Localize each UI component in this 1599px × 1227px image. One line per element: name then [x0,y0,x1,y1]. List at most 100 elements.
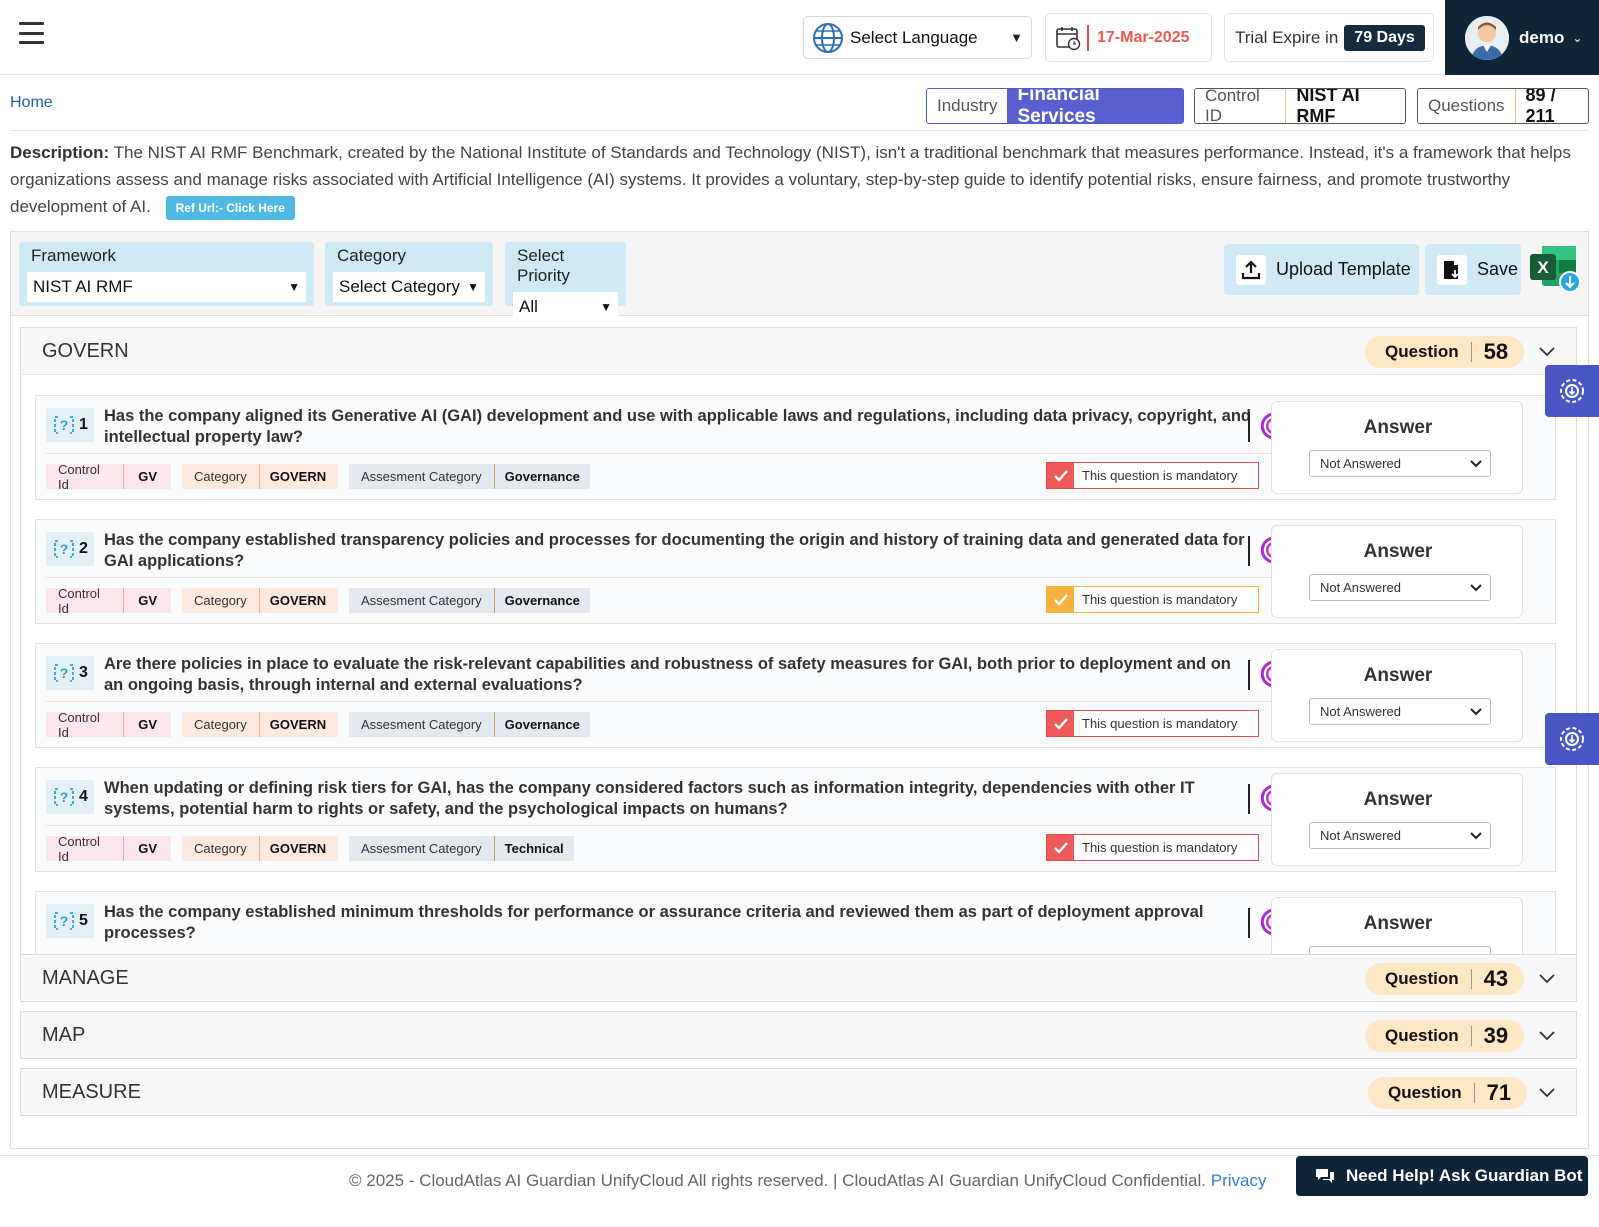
tag-label: Category [194,469,247,484]
answer-label: Answer [1363,789,1433,810]
tag-value: Technical [493,836,574,861]
mandatory-text: This question is mandatory [1082,592,1238,607]
gear-icon[interactable] [1545,713,1599,765]
tag-label: Assesment Category [361,593,482,608]
mandatory-badge: This question is mandatory [1046,462,1259,489]
answer-label: Answer [1363,913,1433,934]
chevron-down-icon [1470,831,1482,839]
ref-url-button[interactable]: Ref Url:- Click Here [165,195,295,220]
divider [1248,908,1250,938]
hamburger-icon[interactable] [19,22,44,44]
divider [1470,1026,1472,1046]
question-text: Are there policies in place to evaluate … [104,655,1231,694]
help-bot-label: Need Help! Ask Guardian Bot [1346,1166,1583,1185]
tag-value: GOVERN [258,712,336,737]
question-text: When updating or defining risk tiers for… [104,779,1195,818]
answer-select[interactable]: Not Answered [1309,822,1491,849]
tag-value: Governance [493,712,590,737]
question-card: ? 3 Are there policies in place to evalu… [35,643,1556,748]
answer-box: Answer Not Answered [1271,525,1523,618]
control-id-tag: Control Id GV [46,709,171,740]
question-count-badge: Question 58 [1365,336,1525,368]
question-count: 71 [1486,1080,1512,1105]
framework-filter: Framework NIST AI RMF ▼ [19,242,314,306]
tag-label: Category [194,593,247,608]
question-number: 3 [79,664,88,681]
tag-label: Control Id [58,709,100,740]
chevron-down-icon: ▼ [1010,30,1023,45]
chevron-down-icon[interactable] [1538,1083,1556,1101]
breadcrumb-home[interactable]: Home [10,94,53,112]
check-icon [1047,587,1074,612]
save-icon [1437,254,1467,285]
filter-panel: Framework NIST AI RMF ▼ Category Select … [10,231,1589,322]
answer-select[interactable]: Not Answered [1309,574,1491,601]
answer-select[interactable]: Not Answered [1309,450,1491,477]
divider [46,453,1291,454]
tag-label: Control Id [58,461,100,492]
category-select[interactable]: Select Category ▼ [333,272,485,302]
answer-value: Not Answered [1320,580,1401,595]
chevron-down-icon: ▼ [467,280,479,294]
section-header-measure[interactable]: MEASURE Question 71 [21,1069,1576,1116]
framework-label: Framework [31,246,117,265]
excel-download-icon[interactable]: X [1528,242,1582,294]
answer-box: Answer Not Answered [1271,773,1523,866]
save-button[interactable]: Save [1425,244,1521,295]
mandatory-badge: This question is mandatory [1046,834,1259,861]
question-card: ? 1 Has the company aligned its Generati… [35,395,1556,500]
question-count: 39 [1483,1023,1509,1048]
category-tag: Category GOVERN [182,712,338,737]
chevron-down-icon [1470,459,1482,467]
tag-label: Assesment Category [361,841,482,856]
language-select[interactable]: Select Language ▼ [803,16,1032,59]
chevron-down-icon: ▼ [600,300,612,314]
assessment-category-tag: Assesment Category Technical [349,836,574,861]
chevron-down-icon[interactable] [1538,1026,1556,1044]
divider [1248,660,1250,690]
gear-icon[interactable] [1545,365,1599,417]
answer-label: Answer [1363,665,1433,686]
save-label: Save [1477,259,1519,279]
username: demo [1519,27,1565,47]
divider [1087,24,1089,51]
question-number: 5 [79,912,88,929]
privacy-link[interactable]: Privacy [1211,1171,1267,1190]
avatar [1465,15,1509,60]
svg-text:?: ? [60,789,69,805]
tag-label: Control Id [58,833,100,864]
control-id-tag: Control Id GV [46,585,171,616]
divider [10,130,1589,131]
tag-value: GV [123,464,171,489]
framework-select[interactable]: NIST AI RMF ▼ [27,272,306,302]
section-header-manage[interactable]: MANAGE Question 43 [21,955,1576,1002]
question-label: Question [1385,969,1459,988]
help-bot-button[interactable]: Need Help! Ask Guardian Bot [1296,1156,1588,1196]
section-title: MAP [42,1024,86,1046]
user-menu[interactable]: demo ⌄ [1445,0,1599,75]
answer-value: Not Answered [1320,456,1401,471]
svg-text:?: ? [60,541,69,557]
control-id-tag: Control Id GV [46,833,171,864]
section-header-map[interactable]: MAP Question 39 [21,1012,1576,1059]
chevron-down-icon[interactable] [1538,969,1556,987]
category-label: Category [337,246,406,265]
tag-label: Assesment Category [361,717,482,732]
tag-label: Control Id [58,585,100,616]
current-date: 17-Mar-2025 [1097,28,1190,46]
tag-value: GV [123,712,171,737]
tag-value: GV [123,836,171,861]
chevron-down-icon[interactable] [1538,342,1556,360]
upload-template-button[interactable]: Upload Template [1224,244,1419,295]
question-count-badge: Question 71 [1368,1077,1528,1109]
section-header-govern[interactable]: GOVERN Question 58 [21,328,1576,375]
chevron-down-icon [1470,583,1482,591]
divider [1470,969,1472,989]
question-card: ? 4 When updating or defining risk tiers… [35,767,1556,872]
question-icon: ? 4 [46,780,94,814]
question-count-badge: Question 43 [1365,963,1525,995]
assessment-category-tag: Assesment Category Governance [349,712,590,737]
answer-select[interactable]: Not Answered [1309,698,1491,725]
answer-box: Answer Not Answered [1271,401,1523,494]
check-icon [1047,463,1074,488]
